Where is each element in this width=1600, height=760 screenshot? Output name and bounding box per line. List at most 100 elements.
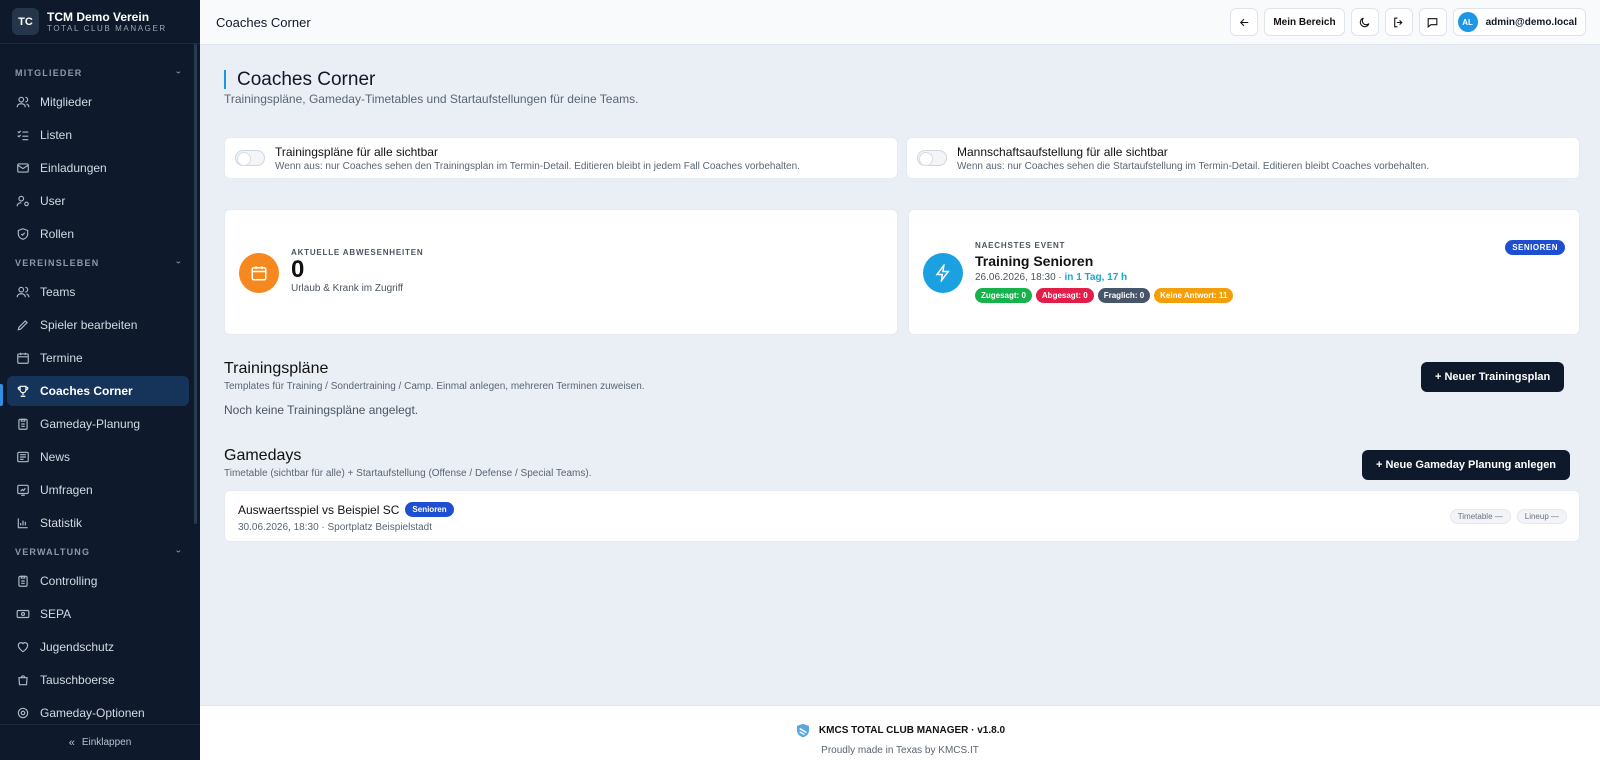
sidebar-item-label: Tauschboerse	[40, 673, 115, 687]
users-icon	[16, 285, 30, 299]
sidebar-nav: MITGLIEDER › Mitglieder Listen Einladung…	[0, 60, 196, 724]
sidebar-item-jugendschutz[interactable]: Jugendschutz	[7, 632, 189, 662]
sidebar-item-rollen[interactable]: Rollen	[7, 219, 189, 249]
sidebar-item-teams[interactable]: Teams	[7, 277, 189, 307]
new-training-plan-button[interactable]: + Neuer Trainingsplan	[1421, 362, 1565, 392]
sidebar-item-label: Statistik	[40, 516, 83, 530]
sidebar-item-label: Listen	[40, 128, 73, 142]
poll-icon	[16, 483, 30, 497]
gamedays-header: Gamedays Timetable (sichtbar für alle) +…	[224, 447, 592, 479]
back-button[interactable]	[1230, 8, 1259, 36]
lightning-icon	[923, 253, 963, 293]
chart-icon	[16, 516, 30, 530]
lineup-visibility-card: Mannschaftsaufstellung für alle sichtbar…	[906, 137, 1580, 179]
section-vereinsleben[interactable]: VEREINSLEBEN ›	[0, 252, 196, 274]
topbar: Coaches Corner Mein Bereich AL admin@dem…	[200, 0, 1600, 45]
user-menu[interactable]: AL admin@demo.local	[1452, 8, 1586, 36]
brand-logo: TC	[12, 8, 39, 35]
avatar: AL	[1457, 12, 1478, 32]
users-icon	[16, 95, 30, 109]
chevron-down-icon: ›	[173, 70, 184, 76]
section-mitglieder[interactable]: MITGLIEDER ›	[0, 62, 196, 84]
sidebar-item-gameday-planung[interactable]: Gameday-Planung	[7, 409, 189, 439]
shield-icon	[16, 227, 30, 241]
sidebar-item-label: Spieler bearbeiten	[40, 318, 138, 332]
main-content: Coaches Corner Trainingspläne, Gameday-T…	[200, 45, 1600, 705]
absences-card: AKTUELLE ABWESENHEITEN 0 Urlaub & Krank …	[224, 209, 898, 335]
absences-value: 0	[291, 256, 305, 283]
pencil-icon	[16, 318, 30, 332]
sidebar-item-label: User	[40, 194, 66, 208]
sidebar-item-user[interactable]: User	[7, 186, 189, 216]
calendar-icon	[239, 253, 279, 293]
page-subtitle: Trainingspläne, Gameday-Timetables und S…	[224, 92, 639, 106]
section-label: MITGLIEDER	[15, 68, 83, 78]
new-gameday-button[interactable]: + Neue Gameday Planung anlegen	[1362, 450, 1571, 480]
heart-icon	[16, 640, 30, 654]
sidebar-item-news[interactable]: News	[7, 442, 189, 472]
sidebar-item-termine[interactable]: Termine	[7, 343, 189, 373]
next-event-card[interactable]: NAECHSTES EVENT Training Senioren 26.06.…	[908, 209, 1580, 335]
rsvp-accepted-pill: Zugesagt: 0	[975, 288, 1032, 303]
training-visibility-toggle[interactable]	[235, 150, 265, 166]
sidebar-item-coaches-corner[interactable]: Coaches Corner	[7, 376, 189, 406]
sidebar-item-label: Einladungen	[40, 161, 107, 175]
training-visibility-card: Trainingspläne für alle sichtbar Wenn au…	[224, 137, 898, 179]
collapse-button[interactable]: « Einklappen	[0, 724, 200, 760]
sidebar-item-gameday-optionen[interactable]: Gameday-Optionen	[7, 698, 189, 724]
chevron-down-icon: ›	[173, 549, 184, 555]
footer-product-row: KMCS TOTAL CLUB MANAGER · v1.8.0	[200, 722, 1600, 739]
gameday-status-chips: Timetable — Lineup —	[1449, 509, 1567, 524]
message-icon	[1426, 16, 1439, 29]
list-icon	[16, 128, 30, 142]
section-verwaltung[interactable]: VERWALTUNG ›	[0, 541, 196, 563]
toggle-title: Trainingspläne für alle sichtbar	[275, 144, 438, 159]
training-plans-empty: Noch keine Trainingspläne angelegt.	[224, 403, 419, 417]
banknote-icon	[16, 607, 30, 621]
sidebar-item-listen[interactable]: Listen	[7, 120, 189, 150]
sidebar-item-umfragen[interactable]: Umfragen	[7, 475, 189, 505]
arrow-left-icon	[1238, 16, 1251, 29]
sidebar-item-statistik[interactable]: Statistik	[7, 508, 189, 538]
gamedays-title: Gamedays	[224, 447, 302, 464]
clipboard-icon	[16, 417, 30, 431]
sidebar-item-label: Rollen	[40, 227, 75, 241]
sidebar-item-label: Termine	[40, 351, 83, 365]
gameday-meta: 30.06.2026, 18:30 · Sportplatz Beispiels…	[238, 522, 433, 533]
topbar-title: Coaches Corner	[216, 14, 311, 30]
brand[interactable]: TC TCM Demo Verein TOTAL CLUB MANAGER	[0, 0, 200, 44]
settings-icon	[16, 706, 30, 720]
sidebar-item-mitglieder[interactable]: Mitglieder	[7, 87, 189, 117]
gameday-row[interactable]: Auswaertsspiel vs Beispiel SC Senioren 3…	[224, 490, 1580, 542]
theme-toggle-button[interactable]	[1350, 8, 1379, 36]
sidebar-item-label: Coaches Corner	[40, 384, 133, 398]
logout-button[interactable]	[1384, 8, 1413, 36]
lineup-visibility-toggle[interactable]	[917, 150, 947, 166]
sidebar-item-einladungen[interactable]: Einladungen	[7, 153, 189, 183]
sidebar-item-label: Mitglieder	[40, 95, 93, 109]
timetable-chip: Timetable —	[1449, 509, 1511, 524]
sidebar-item-label: SEPA	[40, 607, 72, 621]
sidebar-item-spieler-bearbeiten[interactable]: Spieler bearbeiten	[7, 310, 189, 340]
trophy-icon	[16, 384, 30, 398]
sidebar-item-label: Gameday-Planung	[40, 417, 141, 431]
sidebar-item-tauschboerse[interactable]: Tauschboerse	[7, 665, 189, 695]
training-plans-title: Trainingspläne	[224, 360, 329, 377]
next-event-meta: 26.06.2026, 18:30 · in 1 Tag, 17 h	[975, 272, 1233, 283]
chevrons-left-icon: «	[68, 736, 75, 749]
my-area-button[interactable]: Mein Bereich	[1264, 8, 1345, 36]
user-email: admin@demo.local	[1485, 16, 1577, 28]
messages-button[interactable]	[1418, 8, 1447, 36]
newspaper-icon	[16, 450, 30, 464]
footer-credit[interactable]: Proudly made in Texas by KMCS.IT	[200, 745, 1600, 756]
sidebar-item-controlling[interactable]: Controlling	[7, 566, 189, 596]
brand-name: TCM Demo Verein	[47, 9, 150, 24]
footer-product: KMCS TOTAL CLUB MANAGER · v1.8.0	[818, 725, 1006, 736]
sidebar-item-sepa[interactable]: SEPA	[7, 599, 189, 629]
shield-logo-icon	[795, 722, 811, 739]
user-key-icon	[16, 194, 30, 208]
toggle-description: Wenn aus: nur Coaches sehen die Startauf…	[957, 160, 1430, 172]
section-label: VERWALTUNG	[15, 547, 91, 557]
logout-icon	[1392, 16, 1405, 29]
clipboard-icon	[16, 574, 30, 588]
